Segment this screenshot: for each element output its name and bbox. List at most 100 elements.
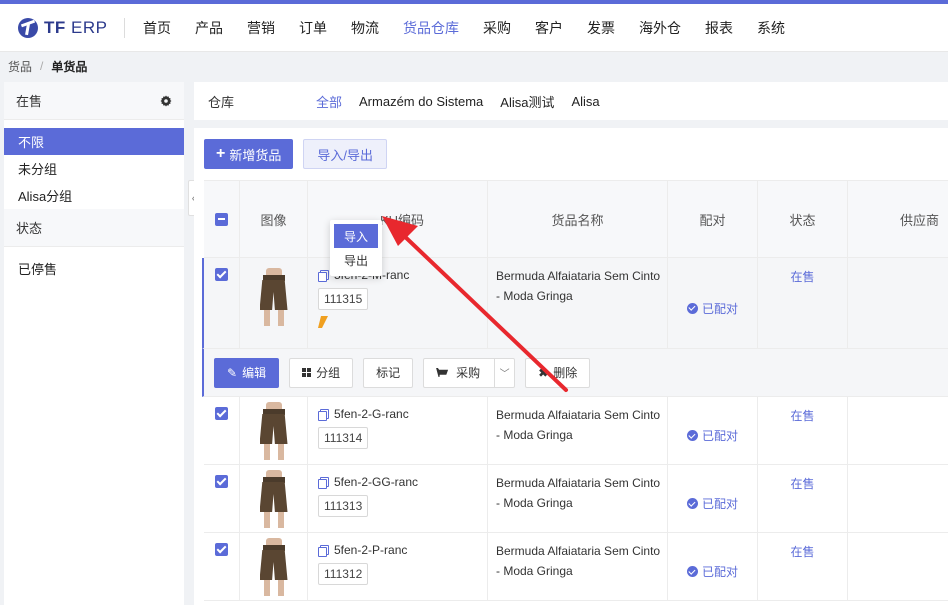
copy-icon[interactable] xyxy=(318,269,329,282)
table-row[interactable]: 5fen-2-P-ranc 111312 Bermuda Alfaiataria… xyxy=(204,533,948,601)
copy-icon[interactable] xyxy=(318,408,329,421)
sale-status-link[interactable]: 在售 xyxy=(790,268,814,348)
nav-item-products[interactable]: 产品 xyxy=(183,4,235,52)
sku-text: 5fen-2-G-ranc xyxy=(334,407,409,421)
sku-text: 5fen-2-P-ranc xyxy=(334,543,408,557)
logo-icon xyxy=(18,17,38,38)
product-name-line2: - Moda Gringa xyxy=(496,564,573,578)
sidebar-item-ungrouped[interactable]: 未分组 xyxy=(4,155,184,182)
sidebar-section-sale: 在售 xyxy=(4,82,184,120)
warehouse-option-alisa-test[interactable]: Alisa测试 xyxy=(500,92,554,111)
nav-item-marketing[interactable]: 营销 xyxy=(235,4,287,52)
grid-icon xyxy=(302,368,312,377)
select-all-checkbox[interactable] xyxy=(215,212,228,226)
cart-icon xyxy=(436,368,449,377)
main-panel: 仓库 全部 Armazém do Sistema Alisa测试 Alisa +… xyxy=(194,82,948,605)
sidebar-section-status: 状态 xyxy=(4,209,184,247)
warehouse-option-alisa[interactable]: Alisa xyxy=(571,94,599,109)
row-checkbox[interactable] xyxy=(215,407,228,420)
header-pair: 配对 xyxy=(668,181,758,257)
nav-item-purchase[interactable]: 采购 xyxy=(471,4,523,52)
pencil-icon[interactable] xyxy=(318,316,328,328)
sku-text: 5fen-2-GG-ranc xyxy=(334,475,419,489)
import-export-button[interactable]: 导入/导出 xyxy=(303,139,387,169)
pair-status: 已配对 xyxy=(701,301,738,316)
pair-status: 已配对 xyxy=(701,565,738,579)
dropdown-item-import[interactable]: 导入 xyxy=(334,224,378,248)
add-product-label: 新增货品 xyxy=(229,147,282,163)
product-thumbnail[interactable] xyxy=(254,402,294,460)
nav-item-customers[interactable]: 客户 xyxy=(523,4,575,52)
product-name-line1: Bermuda Alfaiataria Sem Cinto xyxy=(496,476,661,490)
table-row[interactable]: 5fen-2-M-ranc 111315 Bermuda Alfaiataria… xyxy=(202,258,948,349)
pair-status: 已配对 xyxy=(701,497,738,511)
table-row[interactable]: 5fen-2-G-ranc 111314 Bermuda Alfaiataria… xyxy=(204,397,948,465)
sale-status-link[interactable]: 在售 xyxy=(790,543,814,600)
product-list-panel: + 新增货品 导入/导出 导入 导出 图像 KU编码 货品名称 配对 状态 供应… xyxy=(194,128,948,605)
check-circle-icon xyxy=(686,302,698,314)
product-name-line1: Bermuda Alfaiataria Sem Cinto xyxy=(496,408,661,422)
sidebar-item-alisa-group[interactable]: Alisa分组 xyxy=(4,182,184,209)
breadcrumb-parent[interactable]: 货品 xyxy=(8,58,32,75)
edit-icon: ✎ xyxy=(227,365,238,380)
check-circle-icon xyxy=(686,566,698,577)
nav-item-invoices[interactable]: 发票 xyxy=(575,4,627,52)
sidebar-section-status-title: 状态 xyxy=(16,221,43,236)
toolbar: + 新增货品 导入/导出 xyxy=(194,128,948,180)
purchase-button[interactable]: 采购 xyxy=(423,357,496,388)
select-all-cell xyxy=(204,181,240,257)
sidebar-item-discontinued[interactable]: 已停售 xyxy=(4,255,184,282)
check-circle-icon xyxy=(686,498,698,509)
nav-item-logistics[interactable]: 物流 xyxy=(339,4,391,52)
edit-button[interactable]: ✎ 编辑 xyxy=(214,357,280,388)
gear-icon[interactable] xyxy=(160,95,172,107)
nav-item-reports[interactable]: 报表 xyxy=(693,4,745,52)
header-name: 货品名称 xyxy=(488,181,668,257)
table-row[interactable]: 5fen-2-GG-ranc 111313 Bermuda Alfaiatari… xyxy=(204,465,948,533)
row-checkbox[interactable] xyxy=(215,268,228,281)
logo[interactable]: TF ERP xyxy=(0,17,124,38)
nav-item-home[interactable]: 首页 xyxy=(131,4,183,52)
warehouse-option-system[interactable]: Armazém do Sistema xyxy=(359,94,483,109)
chevron-down-icon[interactable]: ﹀ xyxy=(495,357,516,388)
pair-status: 已配对 xyxy=(701,429,738,443)
product-thumbnail[interactable] xyxy=(254,268,294,326)
warehouse-option-all[interactable]: 全部 xyxy=(316,92,342,111)
sidebar-section-sale-title: 在售 xyxy=(16,94,43,109)
product-thumbnail[interactable] xyxy=(254,470,294,528)
app-header: TF ERP 首页 产品 营销 订单 物流 货品仓库 采购 客户 发票 海外仓 … xyxy=(0,4,948,52)
import-export-dropdown: 导入 导出 xyxy=(330,220,382,276)
nav-item-system[interactable]: 系统 xyxy=(745,4,797,52)
warehouse-filter: 仓库 全部 Armazém do Sistema Alisa测试 Alisa xyxy=(194,82,948,120)
warehouse-filter-label: 仓库 xyxy=(208,94,235,110)
nav-item-orders[interactable]: 订单 xyxy=(287,4,339,52)
sale-status-link[interactable]: 在售 xyxy=(790,475,814,532)
header-divider xyxy=(124,17,125,38)
product-name-line1: Bermuda Alfaiataria Sem Cinto xyxy=(496,544,661,558)
breadcrumb-current: 单货品 xyxy=(51,59,88,74)
row-action-bar: ✎ 编辑 分组 标记 采购 ﹀ ✖ 删除 xyxy=(202,349,948,397)
dropdown-item-export[interactable]: 导出 xyxy=(330,248,382,272)
breadcrumb-separator: / xyxy=(40,59,44,73)
copy-icon[interactable] xyxy=(318,476,329,489)
delete-button[interactable]: ✖ 删除 xyxy=(525,357,591,388)
add-product-button[interactable]: + 新增货品 xyxy=(204,139,294,169)
logo-text: TF ERP xyxy=(44,17,108,37)
mark-button[interactable]: 标记 xyxy=(363,357,414,388)
nav-item-overseas-warehouse[interactable]: 海外仓 xyxy=(627,4,693,52)
purchase-split-button: 采购 ﹀ xyxy=(423,357,516,388)
group-button[interactable]: 分组 xyxy=(289,357,354,388)
header-status: 状态 xyxy=(758,181,848,257)
copy-icon[interactable] xyxy=(318,544,329,557)
nav-item-inventory[interactable]: 货品仓库 xyxy=(391,4,471,52)
sku-code-badge: 111312 xyxy=(318,563,369,585)
row-checkbox[interactable] xyxy=(215,475,228,488)
sku-code-badge: 111314 xyxy=(318,427,369,449)
sidebar-item-all[interactable]: 不限 xyxy=(4,128,184,155)
breadcrumb: 货品 / 单货品 xyxy=(0,53,948,79)
sku-code-badge: 111313 xyxy=(318,495,369,517)
row-checkbox[interactable] xyxy=(215,543,228,556)
product-thumbnail[interactable] xyxy=(254,538,294,596)
check-circle-icon xyxy=(686,430,698,441)
sale-status-link[interactable]: 在售 xyxy=(790,407,814,464)
